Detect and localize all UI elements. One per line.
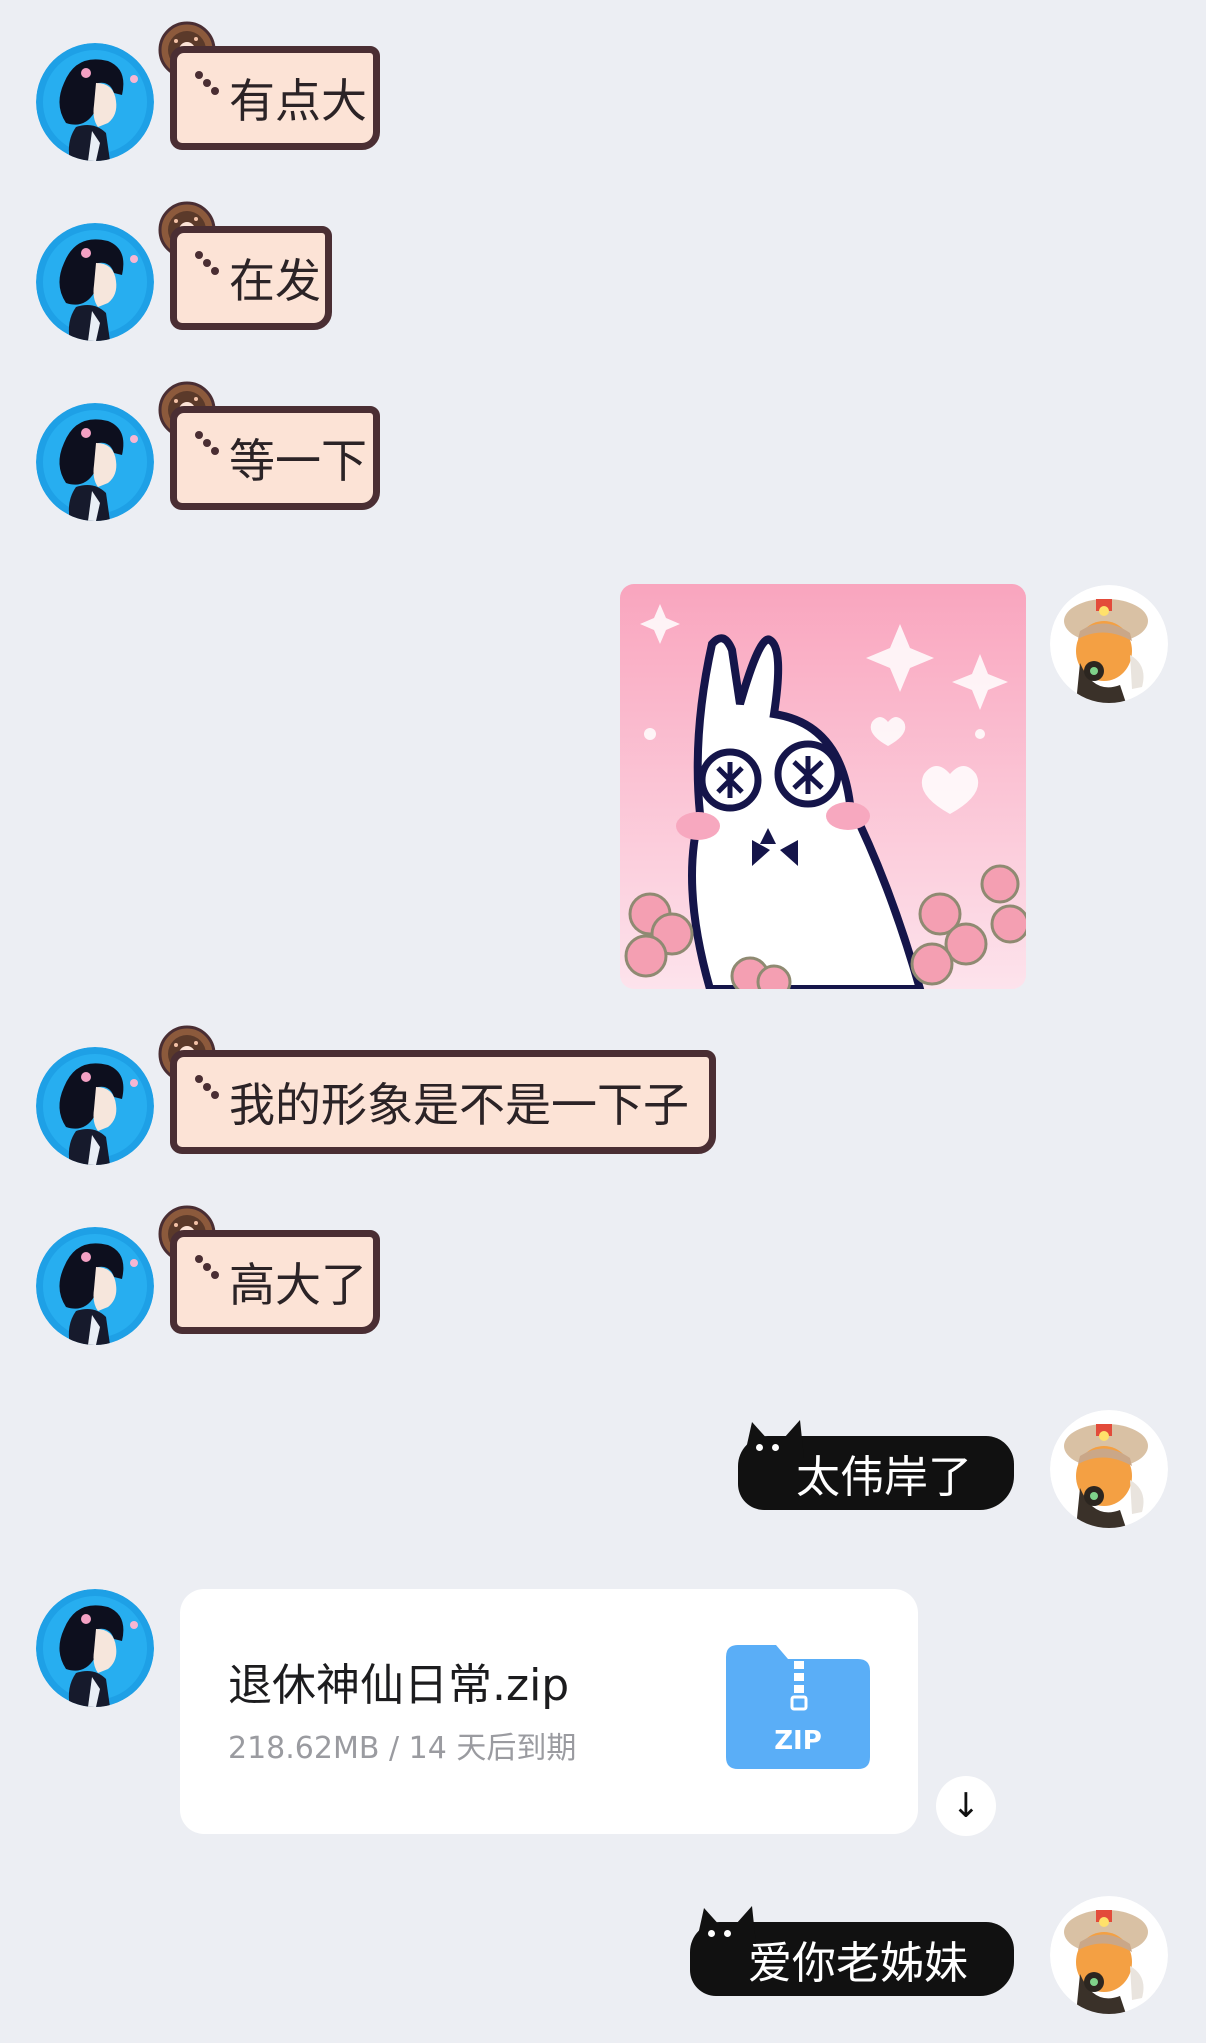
rabbit-sticker [620,584,1026,989]
message-text: 我的形象是不是一下子 [229,1078,689,1132]
avatar-other[interactable] [36,43,154,161]
bubble-dots-icon [193,249,223,279]
cat-eye-icon [756,1444,763,1451]
file-meta: 218.62MB / 14 天后到期 [228,1731,577,1766]
zip-file-icon: ZIP [726,1645,870,1769]
avatar-image [36,1589,154,1707]
message-text: 有点大 [229,74,367,128]
cat-ears-icon [744,1420,804,1458]
message-bubble-incoming[interactable]: 我的形象是不是一下子 [170,1050,716,1154]
avatar-other[interactable] [36,403,154,521]
message-bubble-incoming[interactable]: 在发 [170,226,332,330]
avatar-image [1050,1896,1168,2014]
bubble-dots-icon [193,1073,223,1103]
file-message-card[interactable]: 退休神仙日常.zip 218.62MB / 14 天后到期 ZIP [180,1589,918,1834]
bubble-dots-icon [193,429,223,459]
cat-eye-icon [708,1930,715,1937]
cat-ears-icon [696,1906,756,1944]
message-text: 在发 [229,254,321,308]
cat-eye-icon [724,1930,731,1937]
avatar-other[interactable] [36,223,154,341]
download-button[interactable]: ↓ [936,1776,996,1836]
avatar-self[interactable] [1050,1410,1168,1528]
message-text: 高大了 [229,1258,367,1312]
message-text: 太伟岸了 [796,1452,972,1503]
bubble-dots-icon [193,69,223,99]
bubble-dots-icon [193,1253,223,1283]
file-name: 退休神仙日常.zip [228,1660,570,1711]
cat-eye-icon [772,1444,779,1451]
message-bubble-incoming[interactable]: 有点大 [170,46,380,150]
avatar-self[interactable] [1050,585,1168,703]
sticker-image[interactable] [620,584,1026,989]
message-bubble-outgoing[interactable]: 爱你老姊妹 [690,1906,1014,1996]
avatar-image [36,1047,154,1165]
avatar-other[interactable] [36,1047,154,1165]
avatar-image [1050,1410,1168,1528]
avatar-image [36,1227,154,1345]
avatar-image [36,43,154,161]
download-icon: ↓ [951,1786,981,1826]
avatar-other[interactable] [36,1227,154,1345]
avatar-self[interactable] [1050,1896,1168,2014]
avatar-image [36,403,154,521]
message-bubble-incoming[interactable]: 等一下 [170,406,380,510]
zip-label: ZIP [774,1726,822,1756]
message-text: 爱你老姊妹 [748,1938,968,1989]
avatar-other[interactable] [36,1589,154,1707]
message-text: 等一下 [229,434,367,488]
avatar-image [1050,585,1168,703]
message-bubble-outgoing[interactable]: 太伟岸了 [738,1420,1014,1510]
avatar-image [36,223,154,341]
message-bubble-incoming[interactable]: 高大了 [170,1230,380,1334]
